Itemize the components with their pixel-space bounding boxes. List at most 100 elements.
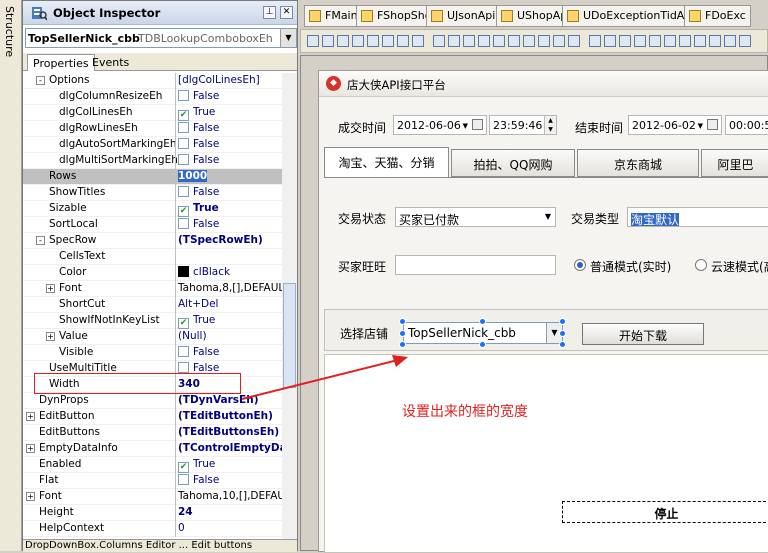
checkbox-icon[interactable] — [178, 122, 189, 133]
expand-icon[interactable]: + — [46, 332, 55, 341]
selection-handle[interactable] — [559, 318, 566, 325]
column-divider[interactable] — [175, 121, 176, 137]
checkbox-icon[interactable] — [178, 362, 189, 373]
property-row[interactable]: ShortCut Alt+Del — [23, 297, 282, 313]
align-tool-icon[interactable] — [523, 35, 535, 47]
column-divider[interactable] — [175, 265, 176, 281]
property-row[interactable]: dlgAutoSortMarkingEh False — [23, 137, 282, 153]
align-tool-icon[interactable] — [367, 35, 379, 47]
align-tool-icon[interactable] — [589, 35, 601, 47]
column-divider[interactable] — [175, 153, 176, 169]
tab-events[interactable]: Events — [87, 54, 134, 71]
selection-handle[interactable] — [399, 318, 406, 325]
property-row[interactable]: + EmptyDataInfo (TControlEmptyDa — [23, 441, 282, 457]
tab-alibaba[interactable]: 阿里巴 — [701, 149, 768, 177]
align-tool-icon[interactable] — [508, 35, 520, 47]
structure-side-tab[interactable]: Structure — [0, 0, 22, 551]
close-icon[interactable]: ✕ — [280, 6, 293, 19]
align-tool-icon[interactable] — [604, 35, 616, 47]
property-row[interactable]: Enabled ✔ True — [23, 457, 282, 473]
column-divider[interactable] — [175, 201, 176, 217]
tab-paipai[interactable]: 拍拍、QQ网购 — [451, 149, 575, 177]
checkbox-checked-icon[interactable]: ✔ — [178, 462, 189, 473]
column-divider[interactable] — [175, 393, 176, 409]
align-tool-icon[interactable] — [478, 35, 490, 47]
tab-jingdong[interactable]: 京东商城 — [577, 149, 699, 177]
expand-icon[interactable]: + — [26, 444, 35, 453]
property-value[interactable]: 1000 — [178, 170, 208, 182]
tab-taobao[interactable]: 淘宝、天猫、分销 — [324, 147, 449, 178]
property-row[interactable]: + Font Tahoma,10,[],DEFAUL — [23, 489, 282, 505]
property-value[interactable]: ✔ True — [178, 106, 215, 121]
start-download-button[interactable]: 开始下载 — [582, 323, 704, 345]
property-row[interactable]: + Value (Null) — [23, 329, 282, 345]
property-row[interactable]: Color clBlack — [23, 265, 282, 281]
property-value[interactable]: Tahoma,8,[],DEFAUL — [178, 282, 282, 294]
dropdown-arrow-icon[interactable]: ▼ — [698, 122, 703, 130]
checkbox-icon[interactable] — [178, 154, 189, 165]
property-row[interactable]: Rows 1000 — [23, 169, 282, 185]
column-divider[interactable] — [175, 249, 176, 265]
property-row[interactable]: ShowIfNotInKeyList ✔ True — [23, 313, 282, 329]
file-tab[interactable]: UDoExceptionTidApi — [562, 5, 700, 27]
expand-icon[interactable]: + — [26, 492, 35, 501]
column-divider[interactable] — [175, 345, 176, 361]
property-row[interactable]: EditButtons (TEditButtonsEh) — [23, 425, 282, 441]
property-value[interactable]: (TControlEmptyDa — [178, 442, 282, 454]
buyer-input[interactable] — [395, 255, 556, 275]
column-divider[interactable] — [175, 409, 176, 425]
align-tool-icon[interactable] — [382, 35, 394, 47]
column-divider[interactable] — [175, 473, 176, 489]
column-divider[interactable] — [175, 313, 176, 329]
property-value[interactable]: False — [178, 154, 219, 166]
column-divider[interactable] — [175, 185, 176, 201]
property-row[interactable]: SortLocal False — [23, 217, 282, 233]
checkbox-icon[interactable] — [178, 218, 189, 229]
trade-status-select[interactable]: 买家已付款 ▼ — [395, 207, 556, 227]
dropdown-arrow-icon[interactable]: ▼ — [463, 122, 468, 130]
property-value[interactable]: clBlack — [178, 266, 230, 278]
property-value[interactable]: [dlgColLinesEh] — [178, 74, 260, 86]
property-row[interactable]: dlgRowLinesEh False — [23, 121, 282, 137]
property-value[interactable]: 0 — [178, 522, 185, 534]
column-divider[interactable] — [175, 233, 176, 249]
property-grid-scrollbar[interactable] — [282, 73, 297, 539]
checkbox-checked-icon[interactable]: ✔ — [178, 206, 189, 217]
mode-cloud-radio[interactable] — [695, 259, 707, 271]
chevron-down-icon[interactable]: ▼ — [280, 29, 296, 47]
property-value[interactable]: (Null) — [178, 330, 207, 342]
collapse-icon[interactable]: - — [36, 76, 45, 85]
selection-handle[interactable] — [479, 341, 486, 348]
column-divider[interactable] — [175, 425, 176, 441]
align-tool-icon[interactable] — [664, 35, 676, 47]
selection-handle[interactable] — [399, 330, 406, 337]
property-value[interactable]: Alt+Del — [178, 298, 218, 310]
property-value[interactable]: False — [178, 186, 219, 198]
checkbox-icon[interactable] — [178, 90, 189, 101]
file-tab[interactable]: FMain — [304, 5, 363, 27]
align-tool-icon[interactable] — [568, 35, 580, 47]
column-divider[interactable] — [175, 521, 176, 537]
align-tool-icon[interactable] — [448, 35, 460, 47]
tab-properties[interactable]: Properties — [27, 54, 95, 71]
file-tab[interactable]: FDoExc — [684, 5, 751, 27]
selection-handle[interactable] — [559, 330, 566, 337]
file-tab[interactable]: UJsonApi — [426, 5, 501, 27]
align-tool-icon[interactable] — [553, 35, 565, 47]
property-value[interactable]: ✔ True — [178, 314, 215, 329]
column-divider[interactable] — [175, 169, 176, 185]
property-value[interactable]: False — [178, 90, 219, 102]
column-divider[interactable] — [175, 281, 176, 297]
checkbox-icon[interactable] — [178, 186, 189, 197]
column-divider[interactable] — [175, 105, 176, 121]
column-divider[interactable] — [175, 489, 176, 505]
component-selector[interactable]: TopSellerNick_cbb TDBLookupComboboxEh ▼ — [25, 28, 297, 48]
property-row[interactable]: CellsText — [23, 249, 282, 265]
property-value[interactable]: (TEditButtonsEh) — [178, 426, 279, 438]
checkbox-checked-icon[interactable]: ✔ — [178, 110, 189, 121]
property-value[interactable]: False — [178, 122, 219, 134]
expand-icon[interactable]: + — [26, 412, 35, 421]
property-value[interactable]: False — [178, 138, 219, 150]
align-tool-icon[interactable] — [739, 35, 751, 47]
property-value[interactable]: ✔ True — [178, 458, 215, 473]
